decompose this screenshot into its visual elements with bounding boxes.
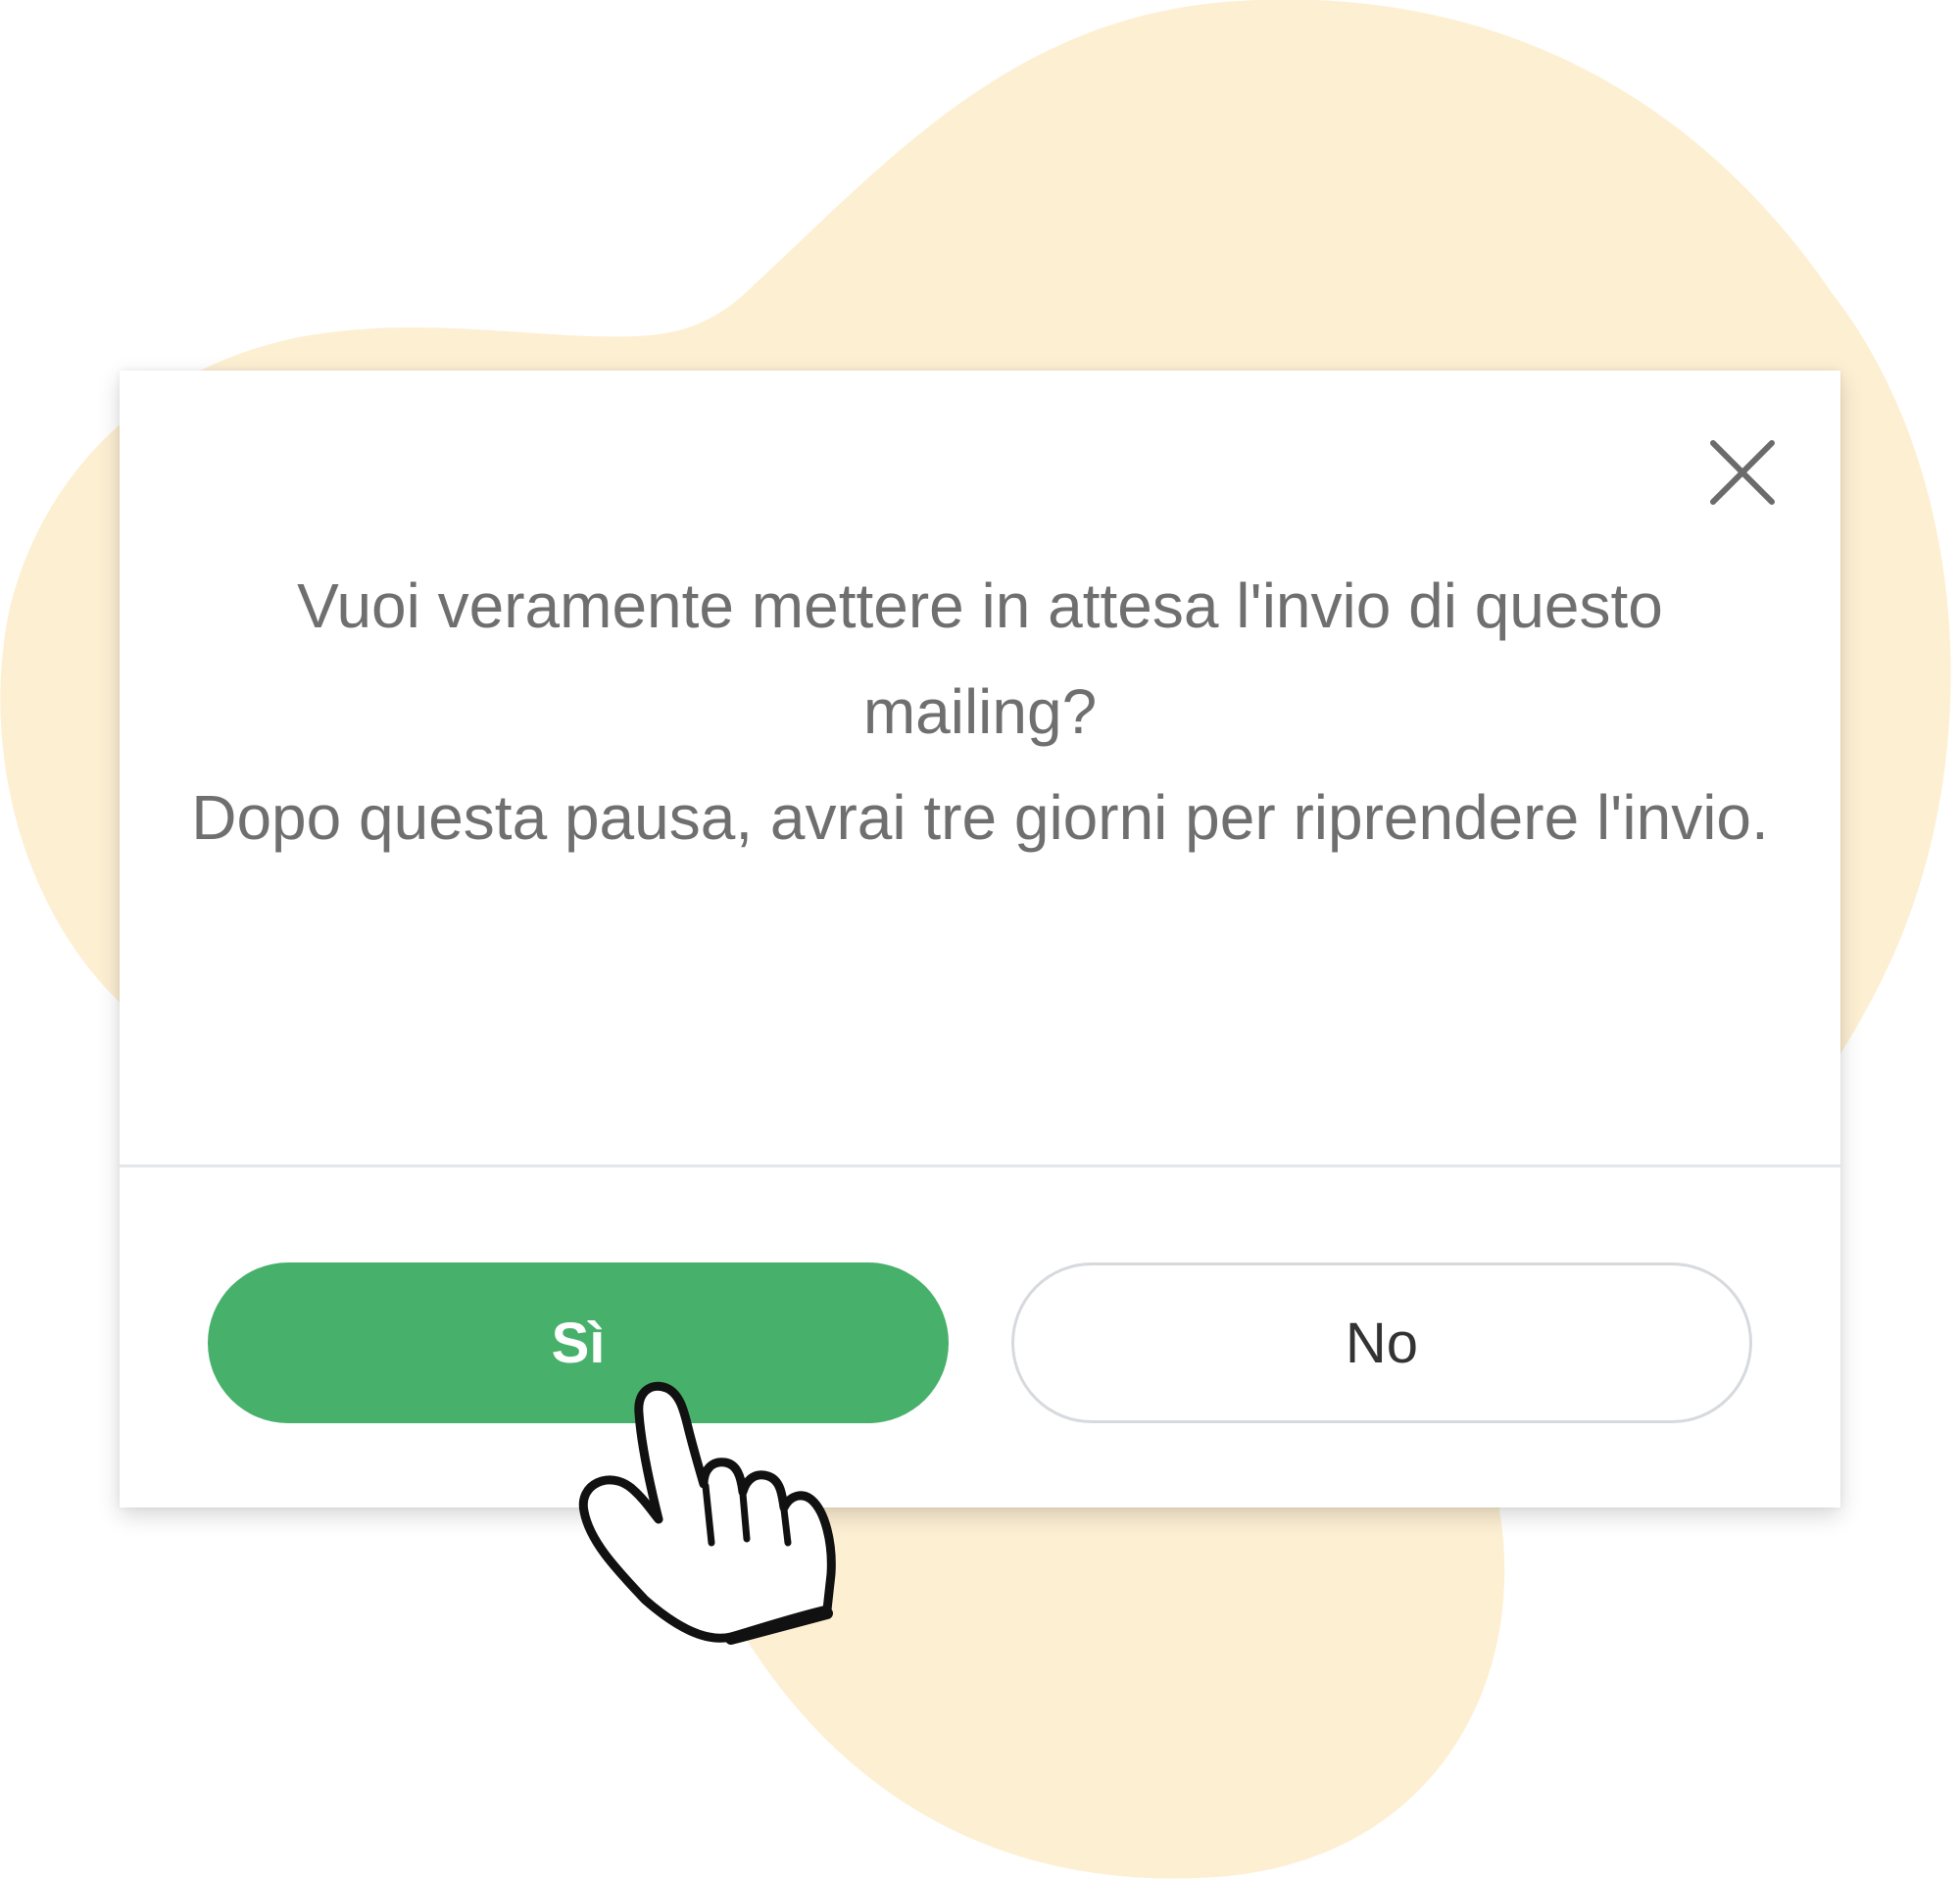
screenshot-stage: Vuoi veramente mettere in attesa l'invio…: [0, 0, 1960, 1879]
cancel-no-button[interactable]: No: [1011, 1262, 1752, 1423]
message-line-2: Dopo questa pausa, avrai tre giorni per …: [191, 782, 1769, 853]
close-icon: [1710, 440, 1775, 505]
cancel-no-label: No: [1345, 1310, 1419, 1375]
dialog-divider: [120, 1164, 1840, 1167]
hand-pointer-icon: [578, 1381, 836, 1645]
close-button[interactable]: [1705, 435, 1780, 510]
dialog-message: Vuoi veramente mettere in attesa l'invio…: [178, 553, 1782, 870]
confirm-dialog: Vuoi veramente mettere in attesa l'invio…: [120, 371, 1840, 1508]
message-line-1: Vuoi veramente mettere in attesa l'invio…: [297, 570, 1663, 747]
